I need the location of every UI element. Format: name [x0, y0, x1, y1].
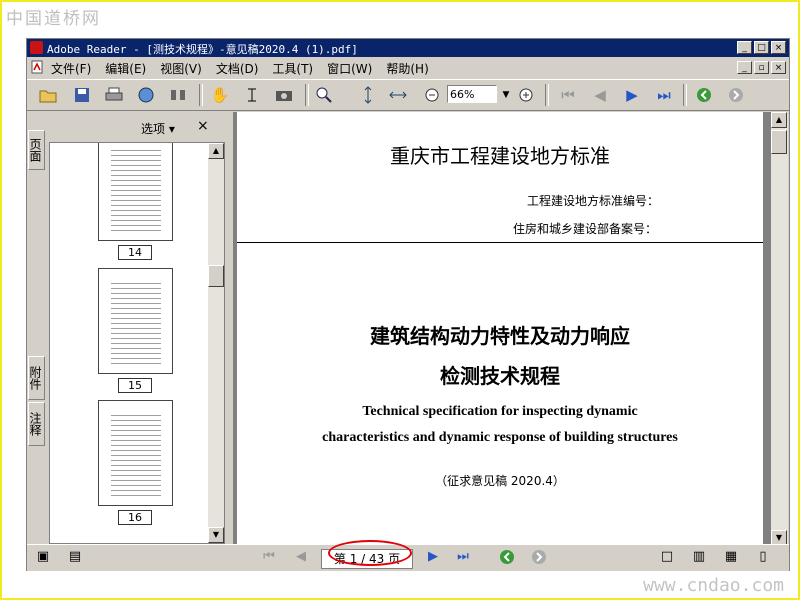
- menu-view[interactable]: 视图(V): [160, 60, 202, 77]
- menu-tools[interactable]: 工具(T): [272, 60, 313, 77]
- toolbar-separator: [305, 84, 309, 106]
- continuous-page-icon[interactable]: ▥: [691, 549, 707, 565]
- adobe-reader-window: Adobe Reader - [测技术规程》-意见稿2020.4 (1).pdf…: [26, 38, 790, 571]
- thumbnail-page-number: 15: [118, 378, 152, 393]
- facing-pages-icon[interactable]: ▦: [723, 549, 739, 565]
- status-back-icon[interactable]: [499, 549, 515, 565]
- scroll-thumb[interactable]: [208, 265, 224, 287]
- tab-comments[interactable]: 注释: [28, 402, 45, 446]
- tab-pages[interactable]: 页面: [28, 130, 45, 170]
- prev-page-icon[interactable]: ◀: [589, 84, 611, 106]
- doc-scroll-thumb[interactable]: [771, 130, 787, 154]
- email-icon[interactable]: [135, 84, 157, 106]
- site-logo: 中国道桥网: [6, 9, 101, 29]
- thumbnail-page-number: 16: [118, 510, 152, 525]
- scroll-up-icon[interactable]: ▲: [208, 143, 224, 159]
- header-rule: [237, 242, 763, 243]
- zoom-in-tool-icon[interactable]: [313, 84, 335, 106]
- minimize-button[interactable]: _: [737, 41, 752, 54]
- document-viewport[interactable]: 重庆市工程建设地方标准 工程建设地方标准编号： 住房和城乡建设部备案号： 建筑结…: [233, 112, 771, 546]
- doc-scroll-up-icon[interactable]: ▲: [771, 112, 787, 128]
- menu-document[interactable]: 文档(D): [216, 60, 259, 77]
- side-tabs: 页面 附件 注释: [27, 112, 47, 546]
- draft-note: （征求意见稿 2020.4）: [435, 474, 565, 488]
- save-icon[interactable]: [71, 84, 93, 106]
- fit-page-icon[interactable]: [357, 84, 379, 106]
- english-title-line2: characteristics and dynamic response of …: [322, 430, 678, 445]
- status-last-page-icon[interactable]: ⏭: [455, 549, 471, 565]
- toolbar-separator: [683, 84, 687, 106]
- search-icon[interactable]: [167, 84, 189, 106]
- document-title-line1: 建筑结构动力特性及动力响应: [370, 324, 630, 348]
- open-icon[interactable]: [37, 84, 59, 106]
- standard-number-label: 工程建设地方标准编号：: [527, 194, 660, 208]
- menu-help[interactable]: 帮助(H): [386, 60, 428, 77]
- close-button[interactable]: ×: [771, 41, 786, 54]
- window-title: Adobe Reader - [测技术规程》-意见稿2020.4 (1).pdf…: [47, 43, 358, 56]
- options-menu[interactable]: 选项 ▾: [141, 120, 175, 137]
- thumbnail-list[interactable]: 14 15 16 ▲ ▼: [49, 142, 225, 544]
- pdf-document-icon: [31, 60, 43, 74]
- doc-close-button[interactable]: ×: [771, 61, 786, 74]
- hand-tool-icon[interactable]: ✋: [209, 84, 231, 106]
- go-back-icon[interactable]: [693, 84, 715, 106]
- standard-title: 重庆市工程建设地方标准: [390, 144, 610, 168]
- page-thumbnail[interactable]: [98, 143, 173, 241]
- pdf-page: 重庆市工程建设地方标准 工程建设地方标准编号： 住房和城乡建设部备案号： 建筑结…: [237, 112, 763, 546]
- menu-window[interactable]: 窗口(W): [327, 60, 372, 77]
- english-title-line1: Technical specification for inspecting d…: [362, 404, 638, 419]
- next-page-icon[interactable]: ▶: [621, 84, 643, 106]
- zoom-in-icon[interactable]: [515, 84, 537, 106]
- status-forward-icon[interactable]: [531, 549, 547, 565]
- tab-attachments[interactable]: 附件: [28, 356, 45, 400]
- panel-header: 选项 ▾ ×: [49, 112, 225, 138]
- zoom-out-icon[interactable]: [421, 84, 443, 106]
- scroll-down-icon[interactable]: ▼: [208, 527, 224, 543]
- zoom-dropdown-icon[interactable]: ▼: [495, 84, 517, 106]
- doc-restore-button[interactable]: ▫: [754, 61, 769, 74]
- titlebar: Adobe Reader - [测技术规程》-意见稿2020.4 (1).pdf…: [27, 39, 789, 57]
- page-thumbnail[interactable]: [98, 400, 173, 506]
- document-title-line2: 检测技术规程: [440, 364, 560, 388]
- adobe-reader-icon: [30, 41, 43, 54]
- single-page-icon[interactable]: □: [659, 549, 675, 565]
- menubar: 文件(F) 编辑(E) 视图(V) 文档(D) 工具(T) 窗口(W) 帮助(H…: [27, 58, 789, 77]
- go-forward-icon[interactable]: [725, 84, 747, 106]
- menu-file[interactable]: 文件(F): [51, 60, 91, 77]
- toolbar-separator: [199, 84, 203, 106]
- status-next-page-icon[interactable]: ▶: [425, 549, 441, 565]
- page-indicator-highlight: [328, 540, 412, 566]
- status-prev-page-icon[interactable]: ◀: [293, 549, 309, 565]
- print-icon[interactable]: [103, 84, 125, 106]
- toolbar-separator: [545, 84, 549, 106]
- last-page-icon[interactable]: ⏭: [653, 84, 675, 106]
- navigation-panel: 页面 附件 注释 选项 ▾ × 14 15 16 ▲ ▼: [27, 112, 227, 546]
- snapshot-icon[interactable]: [273, 84, 295, 106]
- continuous-facing-icon[interactable]: ▯: [755, 549, 771, 565]
- fit-width-icon[interactable]: [387, 84, 409, 106]
- page-layout-icon[interactable]: ▣: [35, 549, 51, 565]
- zoom-field[interactable]: 66%: [447, 85, 497, 103]
- toolbar: ✋ 66% ▼ ⏮ ◀ ▶ ⏭: [27, 79, 789, 111]
- filing-number-label: 住房和城乡建设部备案号：: [513, 222, 658, 236]
- maximize-button[interactable]: □: [754, 41, 769, 54]
- status-first-page-icon[interactable]: ⏮: [261, 549, 277, 565]
- menu-edit[interactable]: 编辑(E): [105, 60, 146, 77]
- page-tools-icon[interactable]: ▤: [67, 549, 83, 565]
- panel-close-icon[interactable]: ×: [197, 118, 209, 134]
- watermark: www.cndao.com: [643, 575, 784, 596]
- thumbnail-page-number: 14: [118, 245, 152, 260]
- thumbnail-scrollbar[interactable]: ▲ ▼: [208, 143, 224, 543]
- page-thumbnail[interactable]: [98, 268, 173, 374]
- select-text-icon[interactable]: [241, 84, 263, 106]
- doc-minimize-button[interactable]: _: [737, 61, 752, 74]
- first-page-icon[interactable]: ⏮: [557, 84, 579, 106]
- document-scrollbar[interactable]: ▲ ▼: [771, 112, 788, 546]
